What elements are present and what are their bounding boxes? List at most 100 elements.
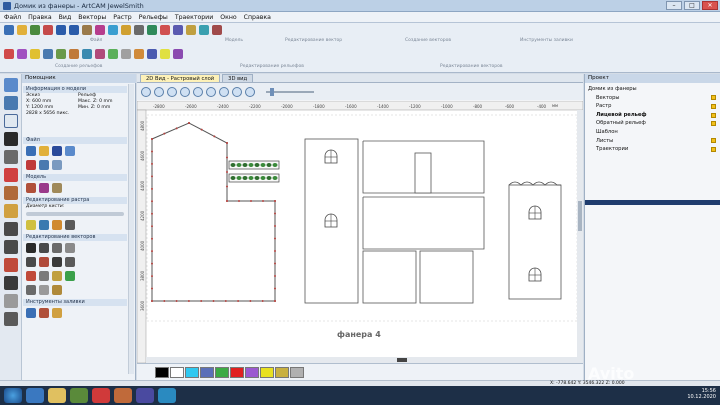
text-icon[interactable] [186, 25, 196, 35]
taskbar-app-chrome[interactable] [92, 388, 110, 403]
print-icon[interactable] [52, 160, 62, 170]
start-button[interactable] [4, 388, 22, 403]
model-icon[interactable] [82, 25, 92, 35]
relief-shape-icon[interactable] [17, 49, 27, 59]
vector-wrap-icon[interactable] [52, 285, 62, 295]
roof-panel-middle[interactable] [362, 196, 485, 250]
fill-tools-section-header[interactable]: Инструменты заливки [23, 299, 127, 306]
floor-panel-right[interactable] [419, 250, 474, 304]
relief-tool-icon[interactable] [3, 186, 18, 200]
zoom-in-icon[interactable] [141, 86, 151, 97]
palette-color-blue[interactable] [200, 366, 214, 378]
zoom-fit-icon[interactable] [180, 86, 190, 97]
vector-trim2-icon[interactable] [26, 285, 36, 295]
drawing-canvas[interactable]: -2800 -2600 -2400 -2200 -2000 -1800 -1600 -1400… [136, 100, 584, 364]
taskbar-app-ie[interactable] [26, 388, 44, 403]
tree-item-sheets[interactable]: Листы [588, 137, 720, 146]
transparency-slider[interactable] [266, 87, 314, 96]
vector-offset2-icon[interactable] [39, 271, 49, 281]
menu-window[interactable]: Окно [220, 14, 236, 21]
vector-arc-icon[interactable] [52, 257, 62, 267]
vector-star-icon[interactable] [39, 257, 49, 267]
visibility-icon[interactable] [711, 146, 716, 152]
palette-color-green[interactable] [215, 366, 229, 378]
select-icon[interactable] [3, 114, 18, 128]
relief-texture-icon[interactable] [121, 49, 131, 59]
fill-b-icon[interactable] [39, 308, 49, 318]
open-model-icon[interactable] [39, 146, 49, 156]
canvas-scroll-thumb-v[interactable] [578, 201, 582, 231]
vector-create-icon[interactable] [147, 25, 157, 35]
close-file-icon[interactable] [43, 25, 53, 35]
new-model-icon[interactable] [26, 146, 36, 156]
menu-help[interactable]: Справка [244, 14, 271, 21]
menu-vectors[interactable]: Векторы [78, 14, 106, 21]
fill-c-icon[interactable] [52, 308, 62, 318]
visibility-icon[interactable] [711, 95, 716, 101]
measure-tool-icon[interactable] [3, 312, 18, 326]
vector-select-icon[interactable] [26, 243, 36, 253]
tree-item-template[interactable]: Шаблон [588, 128, 720, 137]
file-section-header[interactable]: Файл [23, 137, 127, 144]
save-model-icon[interactable] [52, 146, 62, 156]
raster-section-header[interactable]: Редактирование растра [23, 197, 127, 204]
model-color-icon[interactable] [39, 183, 49, 193]
canvas-scroll-thumb-h[interactable] [397, 358, 407, 362]
vector-text-icon[interactable] [26, 271, 36, 281]
palette-color-red[interactable] [230, 366, 244, 378]
relief-mirror-icon[interactable] [95, 49, 105, 59]
palette-color-olive[interactable] [275, 366, 289, 378]
paint-icon[interactable] [26, 220, 36, 230]
zoom-model-icon[interactable] [206, 86, 216, 97]
line-icon[interactable] [3, 168, 18, 182]
vector-fillet-icon[interactable] [173, 49, 183, 59]
tree-item-raster[interactable]: Растр [588, 102, 720, 111]
floor-panel-left[interactable] [362, 250, 417, 304]
raster-icon[interactable] [95, 25, 105, 35]
offset-tool-icon[interactable] [3, 276, 18, 290]
vector-join-icon[interactable] [134, 49, 144, 59]
vector-pattern-icon[interactable] [65, 271, 75, 281]
export-icon[interactable] [65, 146, 75, 156]
import-icon[interactable] [39, 160, 49, 170]
relief-merge-icon[interactable] [30, 49, 40, 59]
relief-offset-icon[interactable] [69, 49, 79, 59]
palette-color-purple[interactable] [245, 366, 259, 378]
taskbar-app-explorer[interactable] [48, 388, 66, 403]
text-tool-icon[interactable] [3, 258, 18, 272]
close-model-icon[interactable] [26, 160, 36, 170]
canvas-scrollbar-vertical[interactable] [577, 110, 583, 363]
vector-rect-icon[interactable] [65, 243, 75, 253]
taskbar-app-media[interactable] [70, 388, 88, 403]
tab-3d-view[interactable]: 3D вид [222, 74, 254, 82]
slider-knob[interactable] [270, 87, 274, 96]
tree-item-vectors[interactable]: Векторы [588, 94, 720, 103]
brush-icon[interactable] [212, 25, 222, 35]
zoom-box-icon[interactable] [167, 86, 177, 97]
zoom-icon[interactable] [3, 78, 18, 92]
transform-icon[interactable] [3, 150, 18, 164]
visibility-icon[interactable] [711, 112, 716, 118]
vector-trim-icon[interactable] [147, 49, 157, 59]
mirror-tool-icon[interactable] [3, 294, 18, 308]
relief-smooth-icon[interactable] [43, 49, 53, 59]
palette-color-black[interactable] [155, 366, 169, 378]
align-icon[interactable] [134, 25, 144, 35]
undo-icon[interactable] [56, 25, 66, 35]
color-pick-icon[interactable] [65, 220, 75, 230]
relief-sculpt-icon[interactable] [56, 49, 66, 59]
maximize-button[interactable]: □ [684, 1, 700, 10]
assistant-scrollbar[interactable] [128, 84, 134, 374]
vector-ellipse-icon[interactable] [26, 257, 36, 267]
fill-icon[interactable] [199, 25, 209, 35]
taskbar-app-other[interactable] [158, 388, 176, 403]
fill-a-icon[interactable] [26, 308, 36, 318]
zoom-prev-icon[interactable] [193, 86, 203, 97]
tree-root[interactable]: Домик из фанеры [588, 85, 720, 94]
visibility-icon[interactable] [711, 138, 716, 144]
palette-color-gray[interactable] [290, 366, 304, 378]
back-wall-panel[interactable] [508, 184, 562, 300]
layer-icon[interactable] [219, 86, 229, 97]
node-icon[interactable] [121, 25, 131, 35]
taskbar-app-files[interactable] [114, 388, 132, 403]
